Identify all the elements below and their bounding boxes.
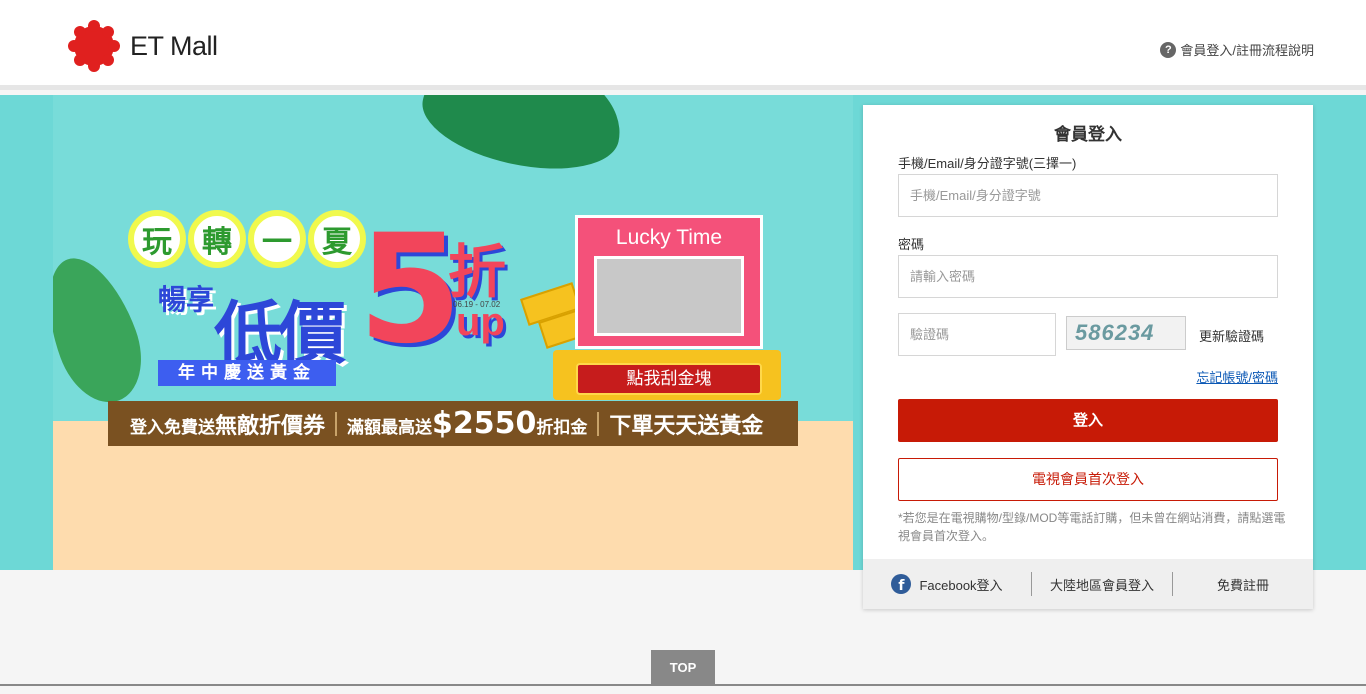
- headline-char: 轉: [188, 210, 246, 268]
- captcha-text: 586234: [1075, 320, 1155, 345]
- footer-line: [0, 684, 1366, 686]
- site-header: ET Mall ? 會員登入/註冊流程說明: [0, 0, 1366, 90]
- scratch-area[interactable]: [594, 256, 744, 336]
- lucky-time-title: Lucky Time: [615, 226, 723, 249]
- strip-2-amount: $2550: [432, 406, 537, 441]
- strip-divider: [597, 411, 600, 436]
- headline-char: 玩: [128, 210, 186, 268]
- facebook-icon: f: [891, 574, 912, 594]
- register-link[interactable]: 免費註冊: [1173, 575, 1313, 594]
- captcha-input[interactable]: 驗證碼: [898, 313, 1056, 356]
- tv-member-note: *若您是在電視購物/型錄/MOD等電話訂購，但未曾在網站消費，請點選電視會員首次…: [898, 511, 1286, 543]
- discount-number: 5: [358, 203, 463, 377]
- login-button[interactable]: 登入: [898, 399, 1278, 442]
- strip-segment-3: 下單天天送黃金: [609, 412, 764, 438]
- strip-divider: [335, 411, 338, 436]
- promo-banner[interactable]: 玩 轉 一 夏 暢享低價 年中慶送黃金 5 折 06.19 - 07.02 up…: [53, 95, 853, 570]
- palm-leaf-decoration: [413, 95, 633, 185]
- account-input[interactable]: 手機/Email/身分證字號: [898, 174, 1278, 217]
- headline-char: 一: [248, 210, 306, 268]
- strip-segment-2: 滿額最高送$2550折扣金: [347, 406, 587, 441]
- strip-2-prefix: 滿額最高送: [347, 418, 433, 437]
- mainland-member-login-link[interactable]: 大陸地區會員登入: [1032, 575, 1172, 594]
- discount-unit: 折: [448, 240, 507, 305]
- scratch-gold-button[interactable]: 點我刮金塊: [576, 363, 762, 395]
- promo-strip: 登入免費送無敵折價券 滿額最高送$2550折扣金 下單天天送黃金: [108, 401, 798, 446]
- lucky-time-card[interactable]: Lucky Time: [575, 215, 763, 349]
- strip-segment-1: 登入免費送無敵折價券: [108, 408, 325, 440]
- login-card: 會員登入 手機/Email/身分證字號(三擇一) 手機/Email/身分證字號 …: [863, 105, 1313, 609]
- strip-2-suffix: 折扣金: [536, 418, 588, 437]
- password-label: 密碼: [898, 237, 925, 252]
- palm-leaf-decoration: [53, 245, 157, 415]
- headline-enjoy: 暢享: [158, 284, 215, 315]
- logo[interactable]: ET Mall: [68, 20, 218, 72]
- help-link-label: 會員登入/註冊流程說明: [1180, 43, 1314, 58]
- logo-badge: [68, 20, 120, 72]
- strip-1-bold: 無敵折價券: [215, 412, 326, 438]
- forgot-account-link[interactable]: 忘記帳號/密碼: [1196, 367, 1278, 386]
- strip-1-prefix: 登入免費送: [130, 417, 215, 437]
- logo-text: ET Mall: [130, 30, 218, 61]
- account-label: 手機/Email/身分證字號(三擇一): [898, 156, 1077, 171]
- refresh-captcha-link[interactable]: 更新驗證碼: [1199, 326, 1264, 345]
- facebook-login-label: Facebook登入: [919, 577, 1003, 593]
- login-title: 會員登入: [1054, 125, 1122, 144]
- password-input[interactable]: 請輸入密碼: [898, 255, 1278, 298]
- discount-up: up: [456, 300, 505, 344]
- headline-play: 玩 轉 一 夏: [128, 210, 366, 268]
- back-to-top-button[interactable]: TOP: [651, 650, 715, 686]
- promo-headline: 玩 轉 一 夏 暢享低價 年中慶送黃金: [128, 210, 366, 386]
- promo-ribbon: 年中慶送黃金: [158, 360, 336, 386]
- captcha-image: 586234: [1066, 316, 1186, 350]
- login-card-footer: f Facebook登入 大陸地區會員登入 免費註冊: [863, 559, 1313, 609]
- facebook-login-button[interactable]: f Facebook登入: [863, 574, 1031, 594]
- tv-member-first-login-button[interactable]: 電視會員首次登入: [898, 458, 1278, 501]
- question-icon: ?: [1160, 41, 1177, 58]
- help-link[interactable]: ? 會員登入/註冊流程說明: [1160, 40, 1314, 59]
